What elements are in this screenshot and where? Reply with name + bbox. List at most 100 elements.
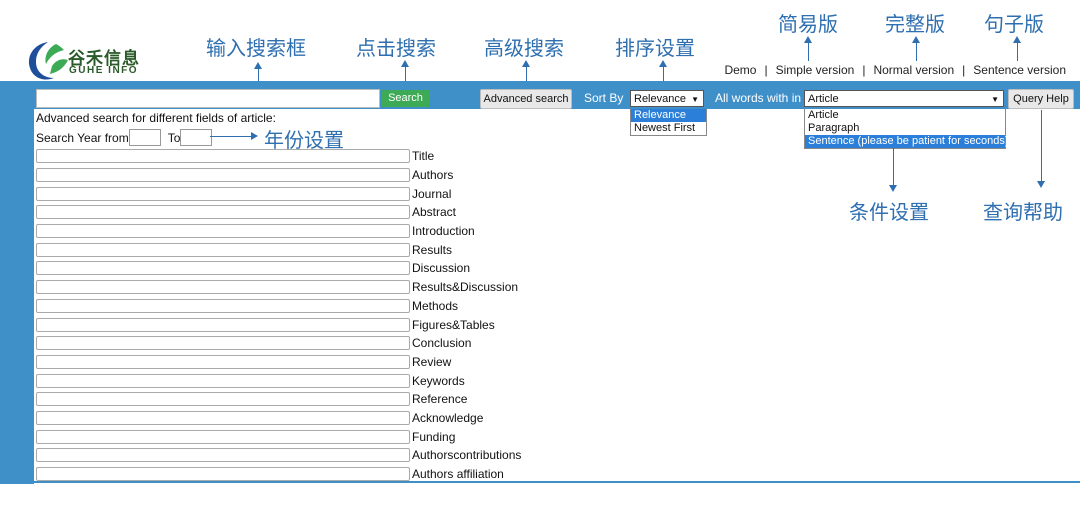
query-help-button[interactable]: Query Help [1008,89,1074,109]
field-label: Reference [412,392,468,407]
field-label: Discussion [412,261,471,276]
arrow-down-icon [889,148,897,192]
field-input[interactable] [36,261,410,276]
field-input[interactable] [36,354,410,369]
field-row: Introduction [36,222,521,241]
field-row: Discussion [36,259,521,278]
all-words-label: All words with in [715,91,802,105]
field-label: Figures&Tables [412,317,495,332]
field-list: Title Authors Journal Abstract Introduction R… [36,147,521,483]
field-label: Introduction [412,224,475,239]
field-input[interactable] [36,410,410,425]
left-frame [0,109,34,484]
demo-link[interactable]: Demo [724,63,756,77]
field-row: Results [36,240,521,259]
annotation-input-search: 输入搜索框 [206,36,306,60]
arrow-right-icon [210,132,258,140]
field-input[interactable] [36,280,410,295]
field-label: Keywords [412,373,465,388]
field-input[interactable] [36,429,410,444]
field-label: Results [412,242,453,257]
field-label: Results&Discussion [412,280,519,295]
field-input[interactable] [36,224,410,239]
search-button[interactable]: Search [382,90,429,107]
field-label: Funding [412,429,456,444]
field-input[interactable] [36,205,410,220]
field-input[interactable] [36,168,410,183]
year-filter: Search Year from To [36,129,215,146]
annotation-sort-setting: 排序设置 [615,36,695,60]
field-label: Authorscontributions [412,448,522,463]
scope-option-paragraph[interactable]: Paragraph [805,122,1005,135]
field-row: Conclusion [36,334,521,353]
sort-select[interactable]: Relevance ▼ [630,90,704,107]
sentence-version-link[interactable]: Sentence version [973,63,1066,77]
simple-version-link[interactable]: Simple version [776,63,855,77]
annotation-simple: 简易版 [778,12,838,36]
year-from-input[interactable] [128,129,161,146]
field-row: Figures&Tables [36,315,521,334]
arrow-up-icon [804,36,812,61]
field-input[interactable] [36,336,410,351]
field-row: Results&Discussion [36,278,521,297]
field-input[interactable] [36,317,410,332]
sort-option-newest[interactable]: Newest First [631,122,706,135]
field-input[interactable] [36,373,410,388]
field-label: Authors [412,168,454,183]
field-input[interactable] [36,448,410,463]
sort-selected-value: Relevance [634,93,686,105]
field-row: Journal [36,184,521,203]
search-input[interactable] [36,89,380,108]
field-row: Reference [36,390,521,409]
annotation-sentence: 句子版 [984,12,1044,36]
field-label: Conclusion [412,336,472,351]
field-row: Abstract [36,203,521,222]
field-input[interactable] [36,392,410,407]
field-label: Methods [412,298,459,313]
normal-version-link[interactable]: Normal version [873,63,954,77]
field-input[interactable] [36,298,410,313]
field-scope-dropdown: Article Paragraph Sentence (please be pa… [804,109,1009,149]
year-from-label: Search Year from [36,130,129,145]
annotation-click-search: 点击搜索 [356,36,436,60]
field-label: Abstract [412,205,457,220]
field-scope-select[interactable]: Article ▼ [804,90,1004,107]
field-input[interactable] [36,186,410,201]
annotation-full: 完整版 [885,12,945,36]
annotation-condition-setting: 条件设置 [849,200,929,224]
field-label: Acknowledge [412,410,484,425]
sort-by-label: Sort By [584,91,624,105]
caret-down-icon: ▼ [691,95,699,104]
field-row: Authors [36,166,521,185]
field-row: Funding [36,427,521,446]
field-row: Acknowledge [36,409,521,428]
field-label: Review [412,354,452,369]
field-row: Review [36,353,521,372]
scope-option-article[interactable]: Article [805,109,1005,122]
field-label: Journal [412,186,452,201]
advanced-description: Advanced search for different fields of … [36,111,276,125]
field-row: Keywords [36,371,521,390]
caret-down-icon: ▼ [991,95,999,104]
arrow-up-icon [1013,36,1021,61]
arrow-down-icon [1037,110,1045,188]
version-links: Demo | Simple version | Normal version | Sente… [724,63,1066,77]
advanced-search-button[interactable]: Advanced search [480,89,572,109]
field-input[interactable] [36,149,410,164]
field-row: Authors affiliation [36,465,521,484]
annotation-advanced-search: 高级搜索 [484,36,564,60]
field-input[interactable] [36,467,410,482]
arrow-up-icon [912,36,920,61]
scope-option-sentence[interactable]: Sentence (please be patient for seconds) [805,135,1009,148]
sort-option-relevance[interactable]: Relevance [631,109,706,122]
field-input[interactable] [36,242,410,257]
field-label: Title [412,149,435,164]
field-selected-value: Article [808,93,839,105]
field-row: Title [36,147,521,166]
year-to-label: To [167,130,181,145]
brand-sub: GUHE INFO [69,65,139,76]
annotation-query-help: 查询帮助 [983,200,1063,224]
field-row: Methods [36,297,521,316]
year-to-input[interactable] [180,129,213,146]
field-row: Authorscontributions [36,446,521,465]
